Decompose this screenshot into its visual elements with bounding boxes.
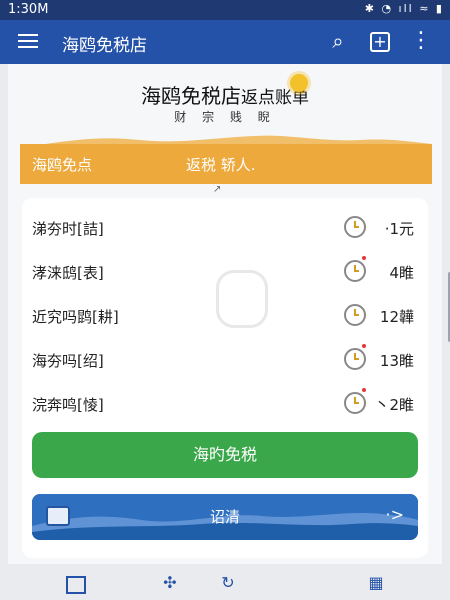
row-label: 海夯吗[绍] bbox=[32, 352, 104, 370]
sun-icon bbox=[290, 74, 308, 92]
list-item[interactable]: 涕夯时[詰] ·1元 bbox=[22, 206, 428, 250]
status-bar: 1:30M ✱ ◔ ıll ≈ ▮ bbox=[0, 0, 450, 20]
search-icon[interactable]: ⌕ bbox=[327, 30, 349, 52]
banner-left-label: 海鸥免点 bbox=[32, 156, 93, 174]
clock-icon bbox=[344, 260, 366, 282]
rebate-card: 涕夯时[詰] ·1元 涍涞鸱[表] 4睢 近究吗鹍[耕] 12韡 海夯吗[绍] … bbox=[22, 198, 428, 558]
list-item[interactable]: 涍涞鸱[表] 4睢 bbox=[22, 250, 428, 294]
page-title: 海鸥免税店返点账单 bbox=[141, 84, 309, 108]
list-item[interactable]: 近究吗鹍[耕] 12韡 bbox=[22, 294, 428, 338]
secondary-button[interactable]: 诏清 ·> bbox=[32, 494, 418, 540]
list-item[interactable]: 浣奔鸣[㥄] 丶2睢 bbox=[22, 382, 428, 426]
row-label: 近究吗鹍[耕] bbox=[32, 308, 119, 326]
bottom-navigation: ✣ ↻ ▦ bbox=[0, 566, 450, 600]
list-item[interactable]: 海夯吗[绍] 13睢 bbox=[22, 338, 428, 382]
menu-icon[interactable] bbox=[18, 31, 38, 51]
primary-button[interactable]: 海旳免税 bbox=[32, 432, 418, 478]
nav-home-icon[interactable] bbox=[66, 576, 86, 594]
secondary-button-label: 诏清 bbox=[209, 508, 240, 526]
row-label: 浣奔鸣[㥄] bbox=[32, 396, 104, 414]
notification-dot bbox=[362, 344, 366, 348]
notification-dot bbox=[362, 256, 366, 260]
clock-icon bbox=[344, 392, 366, 414]
status-icons: ✱ ◔ ıll ≈ ▮ bbox=[364, 2, 444, 15]
row-value: 12韡 bbox=[379, 308, 414, 326]
row-value: 13睢 bbox=[379, 352, 414, 370]
page-content: 海鸥免税店返点账单 财 宗 贱 睨 海鸥免点 返税 轿人. ↗ 涕夯时[詰] ·… bbox=[8, 64, 450, 564]
app-bar: 海鸥免税店 ⌕ + ⋮ bbox=[0, 20, 450, 64]
clock-icon bbox=[344, 304, 366, 326]
more-icon[interactable]: ⋮ bbox=[410, 30, 432, 52]
page-subtitle: 财 宗 贱 睨 bbox=[174, 110, 276, 124]
status-time: 1:30M bbox=[8, 2, 49, 17]
app-title: 海鸥免税店 bbox=[62, 36, 147, 56]
row-label: 涍涞鸱[表] bbox=[32, 264, 104, 282]
row-value: 4睢 bbox=[389, 264, 414, 282]
row-value: ·1元 bbox=[384, 220, 414, 238]
clock-icon bbox=[344, 348, 366, 370]
clock-icon bbox=[344, 216, 366, 238]
arrow-right-icon: ·> bbox=[385, 505, 405, 524]
row-value: 丶2睢 bbox=[374, 396, 414, 414]
cursor-icon: ↗ bbox=[213, 184, 222, 195]
nav-settings-icon[interactable]: ✣ bbox=[160, 574, 180, 592]
add-icon[interactable]: + bbox=[370, 32, 390, 52]
notification-dot bbox=[362, 388, 366, 392]
nav-apps-icon[interactable]: ▦ bbox=[366, 574, 386, 592]
row-label: 涕夯时[詰] bbox=[32, 220, 104, 238]
banner-middle-label: 返税 轿人. bbox=[186, 156, 256, 174]
rebate-banner: 海鸥免点 返税 轿人. bbox=[20, 144, 432, 184]
nav-refresh-icon[interactable]: ↻ bbox=[218, 574, 238, 592]
